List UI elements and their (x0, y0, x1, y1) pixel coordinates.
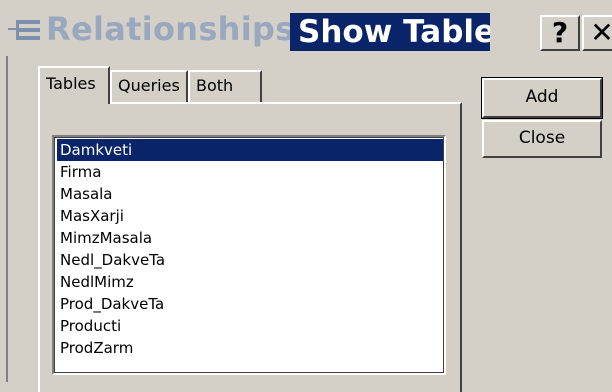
show-table-dialog-title: Show Table (290, 13, 490, 51)
tables-listbox[interactable]: Damkveti Firma Masala MasXarji MimzMasal… (52, 135, 446, 375)
tab-queries[interactable]: Queries (110, 70, 188, 102)
close-button[interactable]: Close (482, 120, 602, 158)
tab-both[interactable]: Both (188, 70, 262, 102)
list-item[interactable]: NedlMimz (57, 271, 443, 293)
dialog-border (6, 56, 8, 382)
list-item[interactable]: MasXarji (57, 205, 443, 227)
list-item[interactable]: Firma (57, 161, 443, 183)
list-item[interactable]: MimzMasala (57, 227, 443, 249)
list-item[interactable]: Nedl_DakveTa (57, 249, 443, 271)
add-button[interactable]: Add (481, 77, 603, 119)
relationships-window-title: Relationships (46, 10, 295, 48)
close-icon[interactable]: ✕ (582, 15, 612, 51)
list-item[interactable]: Producti (57, 315, 443, 337)
tab-tables[interactable]: Tables (38, 66, 110, 104)
title-bar: Relationships Show Table ? ✕ (0, 0, 612, 56)
relationships-icon (8, 20, 40, 40)
help-button[interactable]: ? (540, 15, 580, 51)
list-item[interactable]: Masala (57, 183, 443, 205)
list-item[interactable]: Prod_DakveTa (57, 293, 443, 315)
list-item[interactable]: Damkveti (57, 139, 443, 161)
list-item[interactable]: ProdZarm (57, 337, 443, 359)
